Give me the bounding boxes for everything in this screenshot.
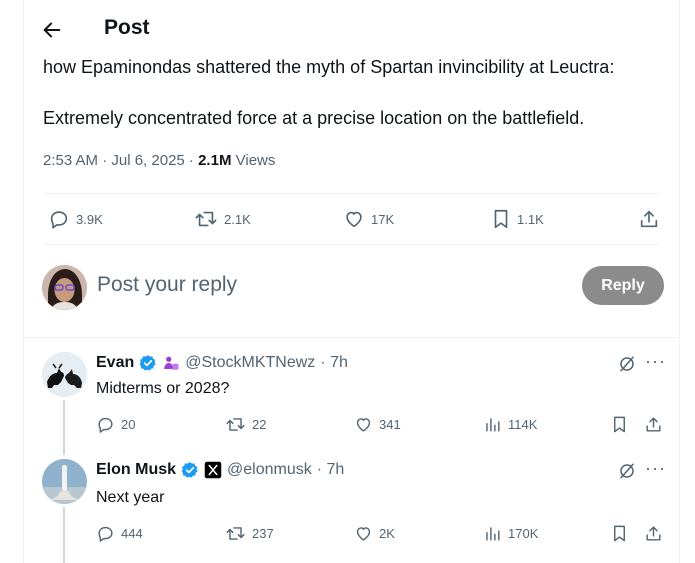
- more-dots-icon: ···: [645, 458, 666, 478]
- grok-button[interactable]: [618, 355, 636, 373]
- reply-button[interactable]: Reply: [582, 266, 664, 305]
- author-handle[interactable]: @StockMKTNewz: [185, 354, 315, 372]
- top-bar: Post: [24, 0, 679, 58]
- reply-count: 444: [121, 526, 143, 541]
- reply-action[interactable]: 20: [96, 415, 135, 434]
- views-label: Views: [235, 152, 276, 169]
- heart-icon: [346, 211, 362, 228]
- tweet-timestamp[interactable]: 2:53 AM · Jul 6, 2025 ·: [43, 152, 194, 169]
- reply-count: 20: [121, 417, 136, 432]
- user-avatar-image: [42, 265, 87, 310]
- like-count: 2K: [379, 526, 395, 541]
- main-column: Post how Epaminondas shattered the myth …: [23, 0, 680, 563]
- views-count: 2.1M: [198, 152, 232, 169]
- bookmark-icon: [494, 209, 508, 229]
- repost-count: 237: [252, 526, 274, 541]
- reply-action[interactable]: 444: [96, 524, 143, 543]
- avatar[interactable]: [42, 352, 87, 397]
- like-count: 341: [379, 417, 401, 432]
- bar-chart-icon: [486, 418, 500, 432]
- bookmark-icon: [614, 416, 625, 433]
- affiliate-badge-icon: [164, 356, 179, 370]
- more-dots-icon: ···: [645, 351, 666, 371]
- bookmark-button[interactable]: [611, 415, 628, 434]
- repost-count: 2.1K: [224, 211, 251, 227]
- heart-icon: [356, 527, 371, 541]
- more-button[interactable]: ···: [645, 458, 666, 479]
- heart-icon: [356, 418, 371, 432]
- reply-action[interactable]: 3.9K: [48, 208, 103, 230]
- share-upload-icon: [646, 417, 661, 432]
- reply-count: 3.9K: [76, 211, 103, 227]
- views-count: 170K: [508, 526, 539, 541]
- divider: [24, 337, 679, 338]
- like-count: 17K: [371, 211, 395, 227]
- thread-line: [63, 507, 65, 563]
- reply-input[interactable]: Post your reply: [97, 273, 237, 297]
- speech-bubble-icon: [98, 526, 113, 542]
- repost-arrows-icon: [226, 527, 245, 540]
- bookmark-count: 1.1K: [517, 211, 544, 227]
- post-time[interactable]: · 7h: [317, 461, 345, 479]
- views-action[interactable]: 114K: [483, 415, 537, 434]
- repost-arrows-icon: [195, 211, 217, 227]
- bookmark-action[interactable]: 1.1K: [491, 208, 544, 230]
- share-upload-icon: [646, 526, 661, 541]
- repost-arrows-icon: [226, 418, 245, 431]
- thread-line: [63, 400, 65, 455]
- tweet-meta: 2:53 AM · Jul 6, 2025 · 2.1M Views: [43, 152, 275, 169]
- share-button[interactable]: [644, 524, 663, 543]
- repost-count: 22: [252, 417, 267, 432]
- like-action[interactable]: 2K: [354, 524, 395, 543]
- verified-badge-icon: [181, 462, 198, 478]
- verified-badge-icon: [139, 355, 156, 371]
- share-upload-icon: [640, 210, 658, 228]
- tweet-text-line-1: how Epaminondas shattered the myth of Sp…: [43, 57, 615, 77]
- x-logo-badge-icon: [204, 461, 222, 479]
- grok-icon: [620, 356, 634, 372]
- bull-bear-avatar-image: [42, 352, 87, 397]
- grok-button[interactable]: [618, 462, 636, 480]
- speech-bubble-icon: [98, 417, 113, 433]
- arrow-left-icon: [43, 22, 61, 38]
- like-action[interactable]: 341: [354, 415, 401, 434]
- bar-chart-icon: [486, 527, 500, 541]
- repost-action[interactable]: 2.1K: [194, 208, 251, 230]
- reply-text: Midterms or 2028?: [96, 380, 230, 397]
- reply-header: Elon Musk @elonmusk · 7h: [96, 461, 344, 479]
- speech-bubble-icon: [50, 211, 68, 229]
- reply-text: Next year: [96, 489, 165, 506]
- grok-icon: [620, 463, 634, 479]
- more-button[interactable]: ···: [645, 351, 666, 372]
- tweet-text-line-2: Extremely concentrated force at a precis…: [43, 108, 585, 128]
- author-name[interactable]: Evan: [96, 354, 134, 372]
- share-button[interactable]: [638, 208, 660, 230]
- author-name[interactable]: Elon Musk: [96, 461, 176, 479]
- post-time[interactable]: · 7h: [320, 354, 348, 372]
- reply-header: Evan @StockMKTNewz · 7h: [96, 354, 348, 372]
- bookmark-button[interactable]: [611, 524, 628, 543]
- repost-action[interactable]: 22: [225, 415, 266, 434]
- views-count: 114K: [508, 417, 538, 432]
- views-action[interactable]: 170K: [483, 524, 538, 543]
- bookmark-icon: [614, 525, 625, 542]
- back-button[interactable]: [41, 19, 63, 41]
- like-action[interactable]: 17K: [343, 208, 394, 230]
- repost-action[interactable]: 237: [225, 524, 274, 543]
- share-button[interactable]: [644, 415, 663, 434]
- rocket-avatar-image: [42, 459, 87, 504]
- author-handle[interactable]: @elonmusk: [227, 461, 312, 479]
- page-title: Post: [104, 16, 150, 39]
- divider: [43, 244, 660, 245]
- avatar[interactable]: [42, 265, 87, 310]
- avatar[interactable]: [42, 459, 87, 504]
- divider: [43, 193, 660, 194]
